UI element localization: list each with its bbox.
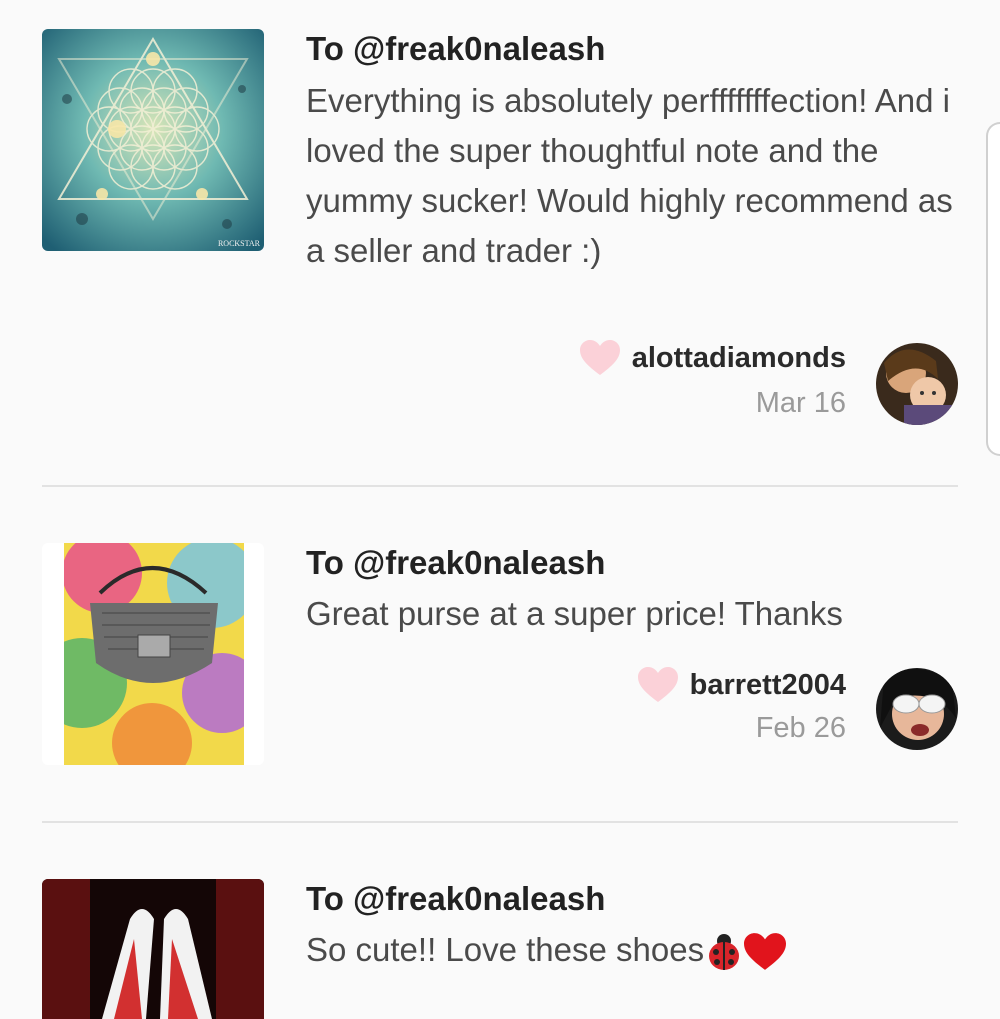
recipient-label[interactable]: To @freak0naleash <box>306 880 605 918</box>
divider <box>42 821 958 823</box>
red-heart-icon <box>744 933 787 971</box>
feedback-message: So cute!! Love these shoes <box>306 925 976 975</box>
feedback-date: Mar 16 <box>755 387 846 419</box>
listing-thumbnail[interactable] <box>42 543 264 765</box>
author-avatar[interactable] <box>876 668 958 750</box>
heart-icon[interactable] <box>637 667 678 703</box>
ladybug-icon <box>709 934 740 971</box>
author-username[interactable]: alottadiamonds <box>632 342 846 375</box>
author-username[interactable]: barrett2004 <box>690 669 846 702</box>
divider <box>42 485 958 487</box>
listing-thumbnail[interactable] <box>42 879 264 1019</box>
author-row: barrett2004 <box>637 667 846 703</box>
author-row: alottadiamonds <box>579 340 846 376</box>
recipient-label[interactable]: To @freak0naleash <box>306 544 605 582</box>
feedback-message: Great purse at a super price! Thanks <box>306 595 843 632</box>
listing-thumbnail[interactable]: ROCKSTAR <box>42 29 264 251</box>
recipient-label[interactable]: To @freak0naleash <box>306 30 605 68</box>
feedback-message: Everything is absolutely perfffffffectio… <box>306 82 953 269</box>
feedback-date: Feb 26 <box>755 712 846 744</box>
feedback-message-text: So cute!! Love these shoes <box>306 931 705 968</box>
author-avatar[interactable] <box>876 343 958 425</box>
thumbnail-watermark: ROCKSTAR <box>217 239 260 248</box>
heart-icon[interactable] <box>579 340 620 376</box>
scroll-handle[interactable] <box>986 122 1000 456</box>
